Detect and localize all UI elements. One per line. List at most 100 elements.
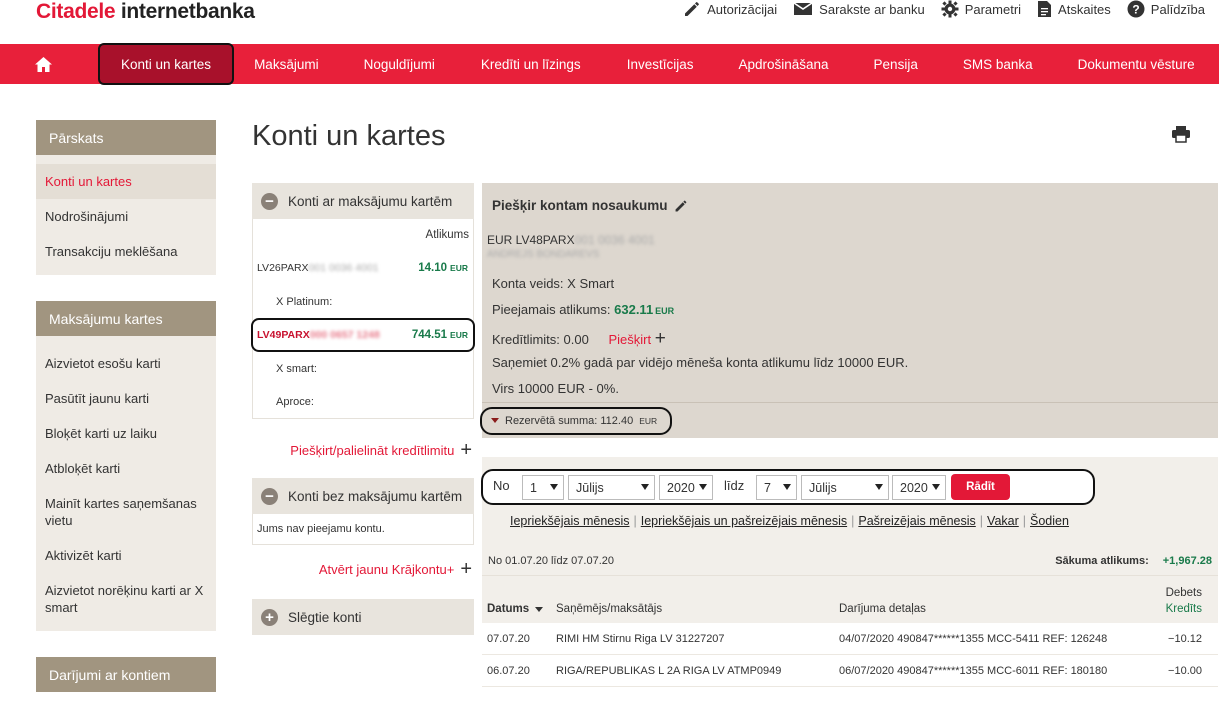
chevron-down-icon	[699, 484, 707, 490]
table-info: No 01.07.20 līdz 07.07.20 Sākuma atlikum…	[482, 547, 1218, 575]
sidebar-item-order-card[interactable]: Pasūtīt jaunu karti	[36, 381, 216, 416]
printer-icon	[1172, 126, 1190, 143]
nav-deposits[interactable]: Noguldījumi	[364, 44, 435, 84]
plus-icon[interactable]: +	[655, 328, 666, 349]
plus-icon: +	[460, 558, 472, 580]
top-links: Autorizācijai Sarakste ar banku Parametr…	[683, 0, 1205, 18]
open-savings-link[interactable]: Atvērt jaunu Krājkontu+ +	[252, 559, 474, 579]
account-balance: 14.10 EUR	[418, 262, 468, 274]
reserved-amount-toggle[interactable]: Rezervētā summa: 112.40 EUR	[480, 407, 672, 435]
account-type: Konta veids: X Smart	[492, 276, 615, 291]
card-bracelet[interactable]: Aproce:	[253, 385, 473, 418]
sidebar-item-replace-card[interactable]: Aizvietot esošu karti	[36, 346, 216, 381]
column-date[interactable]: Datums	[487, 603, 544, 615]
account-iban: EUR LV48PARX001 0036 4001	[487, 233, 655, 247]
account-iban: LV26PARX001 0036 4001	[257, 262, 379, 274]
sidebar-transactions-header[interactable]: Darījumi ar kontiem	[36, 657, 216, 692]
no-accounts-text: Jums nav pieejamu kontu.	[257, 523, 385, 535]
table-row[interactable]: 07.07.20 RIMI HM Stirnu Riga LV 31227207…	[482, 623, 1218, 655]
from-day-select[interactable]: 1	[522, 475, 564, 500]
quick-today[interactable]: Šodien	[1030, 514, 1069, 528]
nav-payments[interactable]: Maksājumi	[254, 44, 319, 84]
nav-loans[interactable]: Kredīti un līzings	[481, 44, 581, 84]
nav-investments[interactable]: Investīcijas	[627, 44, 694, 84]
toplink-messages[interactable]: Sarakste ar banku	[793, 1, 925, 17]
toplink-help[interactable]: ? Palīdzība	[1127, 0, 1205, 18]
nav-document-history[interactable]: Dokumentu vēsture	[1078, 44, 1195, 84]
sidebar-item-replace-xsmart[interactable]: Aizvietot norēķinu karti ar X smart	[36, 573, 216, 625]
nav-sms-bank[interactable]: SMS banka	[963, 44, 1033, 84]
sidebar-transactions: Darījumi ar kontiem	[36, 657, 216, 692]
pencil-icon	[685, 2, 700, 16]
toplink-authorization[interactable]: Autorizācijai	[683, 0, 777, 18]
sidebar-item-activate-card[interactable]: Aktivizēt karti	[36, 538, 216, 573]
to-month-select[interactable]: Jūlijs	[801, 475, 889, 500]
quick-current-month[interactable]: Pašreizējais mēnesis	[858, 514, 975, 528]
from-label: No	[493, 478, 510, 493]
account-detail: Piešķir kontam nosaukumu EUR LV48PARX001…	[480, 183, 1218, 438]
column-details: Darījuma detaļas	[839, 603, 926, 615]
print-button[interactable]	[1171, 125, 1191, 146]
balance-column-header: Atlikums	[425, 229, 469, 241]
nav-accounts-cards[interactable]: Konti un kartes	[98, 43, 235, 85]
from-year-select[interactable]: 2020	[659, 475, 713, 500]
chevron-down-icon	[932, 484, 940, 490]
sidebar-overview-header[interactable]: Pārskats	[36, 120, 216, 155]
sidebar-item-change-pickup[interactable]: Mainīt kartes saņemšanas vietu	[36, 486, 216, 538]
start-balance: Sākuma atlikums: +1,967.28	[1055, 555, 1212, 567]
caret-down-icon	[491, 418, 499, 423]
masked-text: 001 0036 4001	[574, 233, 655, 247]
chevron-down-icon	[641, 484, 649, 490]
available-balance: Pieejamais atlikums: 632.11 EUR	[492, 302, 675, 317]
sidebar-cards-header[interactable]: Maksājumu kartes	[36, 301, 216, 336]
accounts-with-cards-header[interactable]: − Konti ar maksājumu kartēm	[252, 183, 474, 219]
from-month-select[interactable]: Jūlijs	[568, 475, 655, 500]
to-year-select[interactable]: 2020	[892, 475, 946, 500]
to-label: līdz	[724, 478, 745, 493]
credit-limit: Kredītlimits: 0.00 Piešķirt +	[492, 328, 666, 349]
account-row[interactable]: LV26PARX001 0036 4001 14.10 EUR	[253, 251, 473, 285]
toplink-reports[interactable]: Atskaites	[1037, 0, 1111, 18]
sidebar-item-unblock-card[interactable]: Atbloķēt karti	[36, 451, 216, 486]
column-debit: Debets	[1165, 587, 1202, 599]
quick-prev-current-month[interactable]: Iepriekšējais un pašreizējais mēnesis	[641, 514, 847, 528]
grant-credit-limit-link[interactable]: Piešķirt/palielināt kredītlimitu +	[252, 440, 474, 460]
top-bar: Citadele internetbanka Autorizācijai Sar…	[0, 0, 1219, 44]
grant-credit-button[interactable]: Piešķirt	[608, 332, 651, 347]
closed-accounts-header[interactable]: + Slēgtie konti	[252, 599, 474, 635]
show-button[interactable]: Rādīt	[951, 474, 1010, 500]
accounts-without-cards-header[interactable]: − Konti bez maksājumu kartēm	[252, 478, 474, 514]
sidebar-item-transaction-search[interactable]: Transakciju meklēšana	[36, 234, 216, 269]
home-button[interactable]	[0, 44, 86, 84]
sidebar-item-block-card[interactable]: Bloķēt karti uz laiku	[36, 416, 216, 451]
period-range: No 01.07.20 līdz 07.07.20	[488, 555, 614, 567]
masked-text: 000 0657 1248	[309, 329, 380, 341]
logo[interactable]: Citadele internetbanka	[36, 0, 255, 24]
svg-text:?: ?	[1132, 3, 1139, 17]
quick-period-links: Iepriekšējais mēnesis | Iepriekšējais un …	[510, 514, 1069, 528]
sidebar-item-collateral[interactable]: Nodrošinājumi	[36, 199, 216, 234]
nav-pension[interactable]: Pensija	[874, 44, 918, 84]
card-x-platinum[interactable]: X Platinum:	[253, 285, 473, 318]
accounts-without-cards-list: Jums nav pieejamu kontu.	[252, 514, 474, 545]
quick-prev-month[interactable]: Iepriekšējais mēnesis	[510, 514, 630, 528]
column-credit: Kredīts	[1165, 603, 1202, 615]
to-day-select[interactable]: 7	[756, 475, 797, 500]
toplink-settings[interactable]: Parametri	[941, 0, 1021, 18]
collapse-icon: −	[261, 192, 278, 210]
page-title: Konti un kartes	[252, 120, 446, 152]
account-holder: ANDREJS BONDAREVS	[487, 249, 599, 260]
nav-insurance[interactable]: Apdrošināšana	[738, 44, 828, 84]
sidebar-item-accounts-cards[interactable]: Konti un kartes	[36, 164, 216, 199]
masked-text: 001 0036 4001	[308, 262, 379, 274]
column-party: Saņēmējs/maksātājs	[556, 603, 663, 615]
table-row[interactable]: 06.07.20 RIGA/REPUBLIKAS L 2A RIGA LV AT…	[482, 655, 1218, 687]
table-header: Datums Saņēmējs/maksātājs Darījuma detaļ…	[482, 575, 1218, 623]
rename-account[interactable]: Piešķir kontam nosaukumu	[492, 198, 688, 213]
quick-yesterday[interactable]: Vakar	[987, 514, 1019, 528]
collapse-icon: −	[261, 487, 278, 505]
envelope-icon	[793, 2, 813, 15]
account-balance: 744.51 EUR	[411, 329, 468, 341]
card-x-smart[interactable]: X smart:	[253, 352, 473, 385]
account-row-selected[interactable]: LV49PARX000 0657 1248 744.51 EUR	[251, 318, 475, 352]
